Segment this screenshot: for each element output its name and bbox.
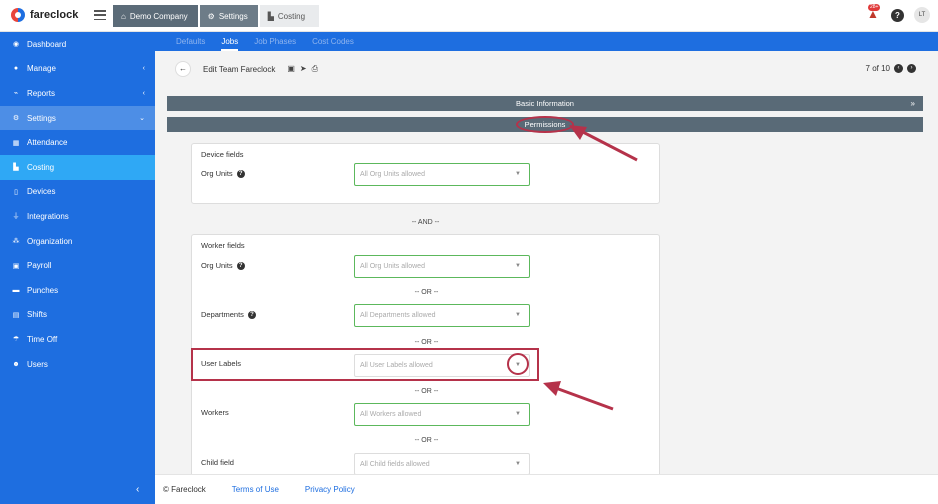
app-name: fareclock: [30, 9, 79, 21]
sidebar-item-shifts[interactable]: ▤ Shifts: [0, 303, 155, 328]
timeoff-icon: ☂: [12, 336, 20, 344]
avatar[interactable]: LT: [914, 7, 930, 23]
sidebar: ◉ Dashboard ● Manage ‹ ⌁ Reports ‹ ⚙ Settings ⌄…: [0, 32, 155, 504]
menu-toggle-icon[interactable]: [94, 10, 106, 20]
breadcrumb-costing[interactable]: ▙ Costing: [259, 5, 320, 27]
breadcrumb-settings[interactable]: ⚙ Settings: [199, 5, 258, 27]
sidebar-item-settings[interactable]: ⚙ Settings ⌄: [0, 105, 155, 131]
person-icon: ●: [13, 65, 19, 73]
gear-icon: ⚙: [12, 115, 20, 123]
breadcrumb-demo-company[interactable]: ⌂ Demo Company: [113, 5, 198, 27]
sidebar-item-reports[interactable]: ⌁ Reports ‹: [0, 81, 155, 106]
sidebar-item-costing[interactable]: ▙ Costing: [0, 154, 155, 180]
plug-icon: ⏚: [12, 213, 20, 221]
chevron-left-icon: ‹: [142, 89, 145, 97]
punch-icon: ▬: [12, 286, 20, 294]
annotation-arrows: [543, 125, 638, 411]
chevron-left-icon: ‹: [142, 65, 145, 73]
settings-tabs: Defaults Jobs Job Phases Cost Codes: [155, 32, 938, 51]
sidebar-collapse-icon[interactable]: ‹: [136, 484, 139, 495]
main-content: ← Edit Team Fareclock ▣ ➤ ⎙ 7 of 10 ‹ › …: [155, 51, 938, 475]
sidebar-item-integrations[interactable]: ⏚ Integrations: [0, 204, 155, 229]
costing-icon: ▙: [13, 164, 19, 172]
device-icon: ▯: [14, 188, 18, 196]
costing-icon: ▙: [267, 11, 274, 21]
sidebar-item-users[interactable]: ☻ Users: [0, 352, 155, 377]
terms-link[interactable]: Terms of Use: [232, 485, 279, 494]
users-icon: ☻: [12, 360, 20, 368]
tab-cost-codes[interactable]: Cost Codes: [312, 32, 354, 51]
tab-defaults[interactable]: Defaults: [176, 32, 205, 51]
arrow-to-permissions: [569, 125, 638, 162]
help-icon[interactable]: ?: [891, 8, 904, 22]
sidebar-item-dashboard[interactable]: ◉ Dashboard: [0, 32, 155, 57]
attendance-icon: ▦: [12, 139, 20, 147]
arrow-to-user-labels-dropdown: [543, 381, 614, 411]
sidebar-item-punches[interactable]: ▬ Punches: [0, 278, 155, 303]
notifications-bell-icon[interactable]: ▲ 28+: [865, 4, 881, 23]
sidebar-item-time-off[interactable]: ☂ Time Off: [0, 327, 155, 352]
tab-job-phases[interactable]: Job Phases: [254, 32, 296, 51]
footer: © Fareclock Terms of Use Privacy Policy: [155, 474, 938, 504]
sidebar-item-payroll[interactable]: ▣ Payroll: [0, 253, 155, 278]
sidebar-item-manage[interactable]: ● Manage ‹: [0, 57, 155, 82]
dashboard-icon: ◉: [12, 41, 20, 49]
chevron-down-icon: ⌄: [139, 115, 145, 123]
payroll-icon: ▣: [12, 262, 20, 270]
privacy-link[interactable]: Privacy Policy: [305, 485, 355, 494]
sidebar-item-attendance[interactable]: ▦ Attendance: [0, 130, 155, 155]
chart-icon: ⌁: [13, 90, 19, 98]
gear-icon: ⚙: [207, 11, 215, 21]
home-icon: ⌂: [121, 11, 126, 21]
sidebar-item-devices[interactable]: ▯ Devices: [0, 180, 155, 205]
fareclock-logo-icon: [11, 8, 25, 22]
org-icon: ⁂: [12, 238, 20, 246]
app-logo[interactable]: fareclock: [11, 8, 78, 22]
breadcrumb: ⌂ Demo Company ⚙ Settings ▙ Costing: [113, 5, 320, 27]
copyright-text: © Fareclock: [163, 485, 206, 494]
notification-count-badge: 28+: [868, 4, 881, 11]
sidebar-item-organization[interactable]: ⁂ Organization: [0, 229, 155, 254]
shift-icon: ▤: [12, 311, 20, 319]
tab-jobs[interactable]: Jobs: [221, 32, 239, 51]
top-bar: fareclock ⌂ Demo Company ⚙ Settings ▙ Co…: [0, 0, 938, 32]
